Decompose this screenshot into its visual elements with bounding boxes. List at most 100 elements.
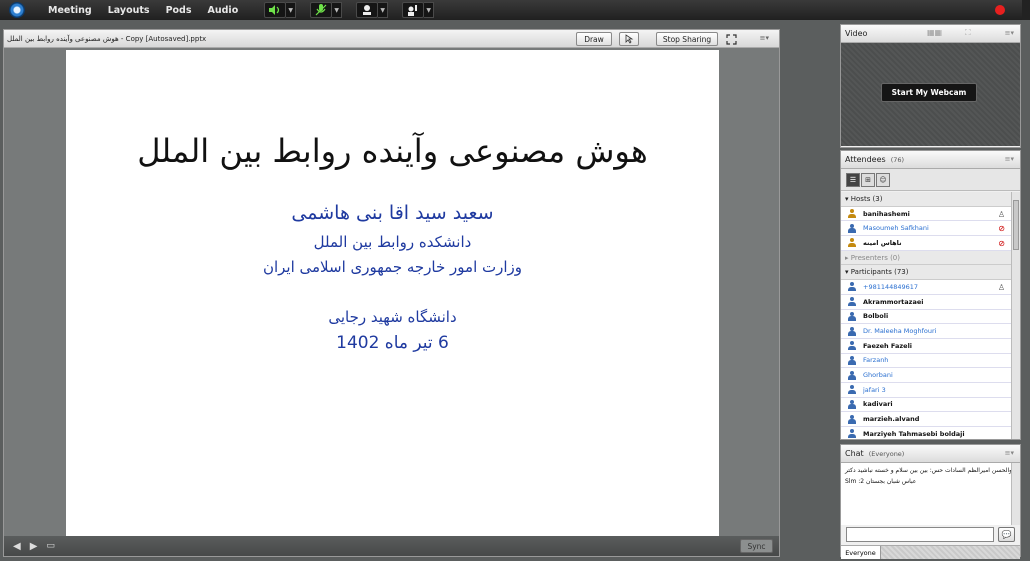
chat-pod-header: Chat (Everyone) ≡▾ [841,445,1020,463]
menu-layouts[interactable]: Layouts [108,5,150,16]
attendee-row[interactable]: banihashemi ♙ [841,207,1011,222]
document-title: هوش مصنوعی وآینده روابط بین الملل - Copy… [7,34,207,43]
sidebar-toggle-icon[interactable]: ▭ [46,541,55,551]
video-layout-icon[interactable]: ▦▦ [927,28,942,37]
hosts-section-header[interactable]: ▾ Hosts (3) [841,192,1011,207]
microphone-button[interactable] [310,2,333,18]
attendees-pod-header: Attendees (76) ≡▾ [841,151,1020,169]
user-icon [847,311,856,321]
attendee-name: Marziyeh Tahmasebi boldaji [863,429,965,438]
attendee-row[interactable]: Dr. Maleeha Moghfouri [841,324,1011,339]
status-dropdown[interactable]: ▼ [424,2,435,18]
recording-indicator-icon[interactable] [995,5,1005,15]
chat-tab-everyone[interactable]: Everyone [841,546,881,559]
app-logo[interactable] [0,0,34,20]
attendees-toolbar: ☰ ⊞ ☺ [841,169,1020,191]
presenters-label: Presenters (0) [850,253,900,262]
video-fullscreen-icon[interactable]: ⛶ [965,28,971,38]
attendee-name: marzieh.alvand [863,415,920,424]
speaker-button[interactable] [264,2,287,18]
sync-button[interactable]: Sync [740,539,773,553]
mic-icon: ♙ [997,283,1005,293]
webcam-icon [363,5,372,15]
pointer-button[interactable] [619,32,639,46]
attendees-count: (76) [890,155,905,164]
attendee-row[interactable]: +981144849617 ♙ [841,280,1011,295]
send-message-button[interactable]: 💬 [998,527,1015,542]
hosts-list: banihashemi ♙ Masoumeh Safkhani ⊘ ناهاس امین… [841,207,1011,251]
attendee-row[interactable]: Faezeh Fazeli [841,339,1011,354]
chat-message: ابوالحسن امیرالظم السادات حس: بین بین سل… [845,467,1016,474]
camera-control: ▼ [356,2,389,18]
microphone-dropdown[interactable]: ▼ [332,2,343,18]
user-icon [847,238,856,248]
status-control: ▼ [402,2,435,18]
user-icon [847,341,856,351]
mic-icon: ♙ [997,209,1005,219]
share-pod-footer: ◀ ▶ ▭ Sync [4,536,779,556]
attendee-row[interactable]: Marziyeh Tahmasebi boldaji [841,427,1011,439]
breakout-view-icon[interactable]: ⊞ [861,172,875,187]
attendee-name: +981144849617 [863,282,919,291]
user-icon [847,399,856,409]
chat-tab-bar: Everyone [841,545,1020,559]
participants-list: +981144849617 ♙ Akrammortazaei Bolboli Dr. M… [841,280,1011,439]
pointer-icon [625,34,634,44]
status-view-icon[interactable]: ☺ [876,172,890,187]
logo-icon [9,2,25,18]
slide-faculty: دانشکده روابط بین الملل [313,233,472,251]
speaker-dropdown[interactable]: ▼ [286,2,297,18]
attendee-row[interactable]: ناهاس امینه ⊘ [841,236,1011,251]
attendee-row[interactable]: kadivari [841,398,1011,413]
chat-scrollbar[interactable] [1011,463,1020,525]
attendee-name: ناهاس امینه [863,238,902,247]
attendee-row[interactable]: Akrammortazaei [841,295,1011,310]
chat-message: عباس شبان بجستان 2: Slm [845,478,917,485]
attendees-pod: Attendees (76) ≡▾ ☰ ⊞ ☺ ▾ Hosts (3) bani… [840,150,1021,440]
hosts-label: Hosts (3) [850,194,883,203]
attendee-row[interactable]: Farzanh [841,354,1011,369]
slide-university: دانشگاه شهید رجایی [328,308,457,326]
share-pod: هوش مصنوعی وآینده روابط بین الملل - Copy… [3,29,780,557]
draw-button[interactable]: Draw [576,32,612,46]
attendee-name: Masoumeh Safkhani [863,224,929,233]
video-pod-menu-icon[interactable]: ≡▾ [1005,29,1014,37]
fullscreen-button[interactable] [723,32,739,46]
attendee-row[interactable]: Masoumeh Safkhani ⊘ [841,221,1011,237]
attendee-row[interactable]: marzieh.alvand [841,412,1011,427]
stop-sharing-button[interactable]: Stop Sharing [656,32,718,46]
user-icon [847,326,856,336]
attendee-row[interactable]: Bolboli [841,310,1011,325]
next-slide-icon[interactable]: ▶ [30,541,38,552]
presenters-section-header[interactable]: ▸ Presenters (0) [841,250,1011,266]
chat-input[interactable] [846,527,994,542]
participants-section-header[interactable]: ▾ Participants (73) [841,265,1011,281]
raise-hand-button[interactable] [402,2,425,18]
video-pod: Video ▦▦ ⛶ ≡▾ Start My Webcam [840,24,1021,148]
list-view-icon[interactable]: ☰ [846,172,860,187]
attendee-name: banihashemi [863,209,910,218]
start-webcam-button[interactable]: Start My Webcam [881,83,977,102]
menu-meeting[interactable]: Meeting [48,5,92,16]
attendees-pod-menu-icon[interactable]: ≡▾ [1005,155,1014,163]
slide-author: سعید سید اقا بنی هاشمی [291,202,494,224]
previous-slide-icon[interactable]: ◀ [13,541,21,552]
video-area: Start My Webcam [841,43,1020,146]
attendee-name: Akrammortazaei [863,297,924,306]
attendee-row[interactable]: jafari 3 [841,383,1011,398]
attendee-row[interactable]: Ghorbani [841,368,1011,383]
camera-dropdown[interactable]: ▼ [378,2,389,18]
window-edge [1022,0,1030,20]
chat-pod-menu-icon[interactable]: ≡▾ [1005,449,1014,457]
menu-audio[interactable]: Audio [208,5,239,16]
attendee-scrollbar[interactable] [1011,192,1020,439]
attendee-scroll-thumb[interactable] [1013,200,1019,250]
menu-pods[interactable]: Pods [166,5,192,16]
user-icon [847,297,856,307]
share-pod-menu-icon[interactable]: ≡▾ [760,34,769,42]
camera-button[interactable] [356,2,379,18]
send-icon: 💬 [1001,530,1012,539]
video-pod-header: Video ▦▦ ⛶ ≡▾ [841,25,1020,43]
slide-date: 6 تیر ماه 1402 [336,333,449,353]
user-icon [847,355,856,365]
